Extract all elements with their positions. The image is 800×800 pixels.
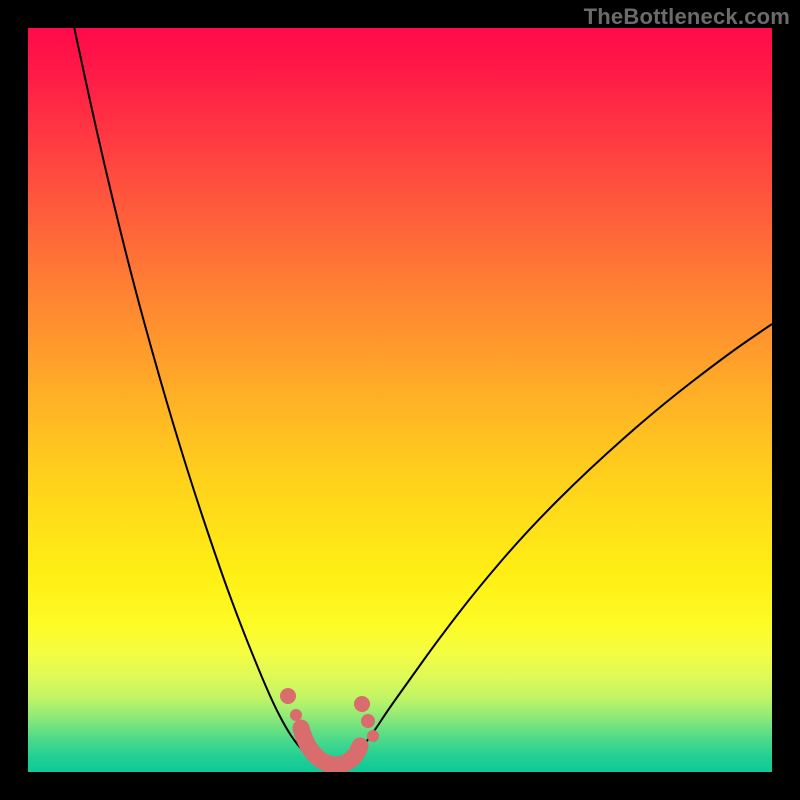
curves-layer bbox=[28, 28, 772, 772]
right-curve bbox=[350, 324, 772, 763]
bottleneck-worm bbox=[301, 728, 360, 765]
bottleneck-dot bbox=[290, 709, 302, 721]
left-curve bbox=[70, 28, 314, 763]
bottleneck-dot bbox=[354, 696, 370, 712]
watermark-text: TheBottleneck.com bbox=[584, 4, 790, 30]
bottleneck-dot bbox=[367, 730, 379, 742]
bottleneck-dot bbox=[361, 714, 375, 728]
plot-area bbox=[28, 28, 772, 772]
chart-frame: TheBottleneck.com bbox=[0, 0, 800, 800]
bottleneck-dot bbox=[280, 688, 296, 704]
